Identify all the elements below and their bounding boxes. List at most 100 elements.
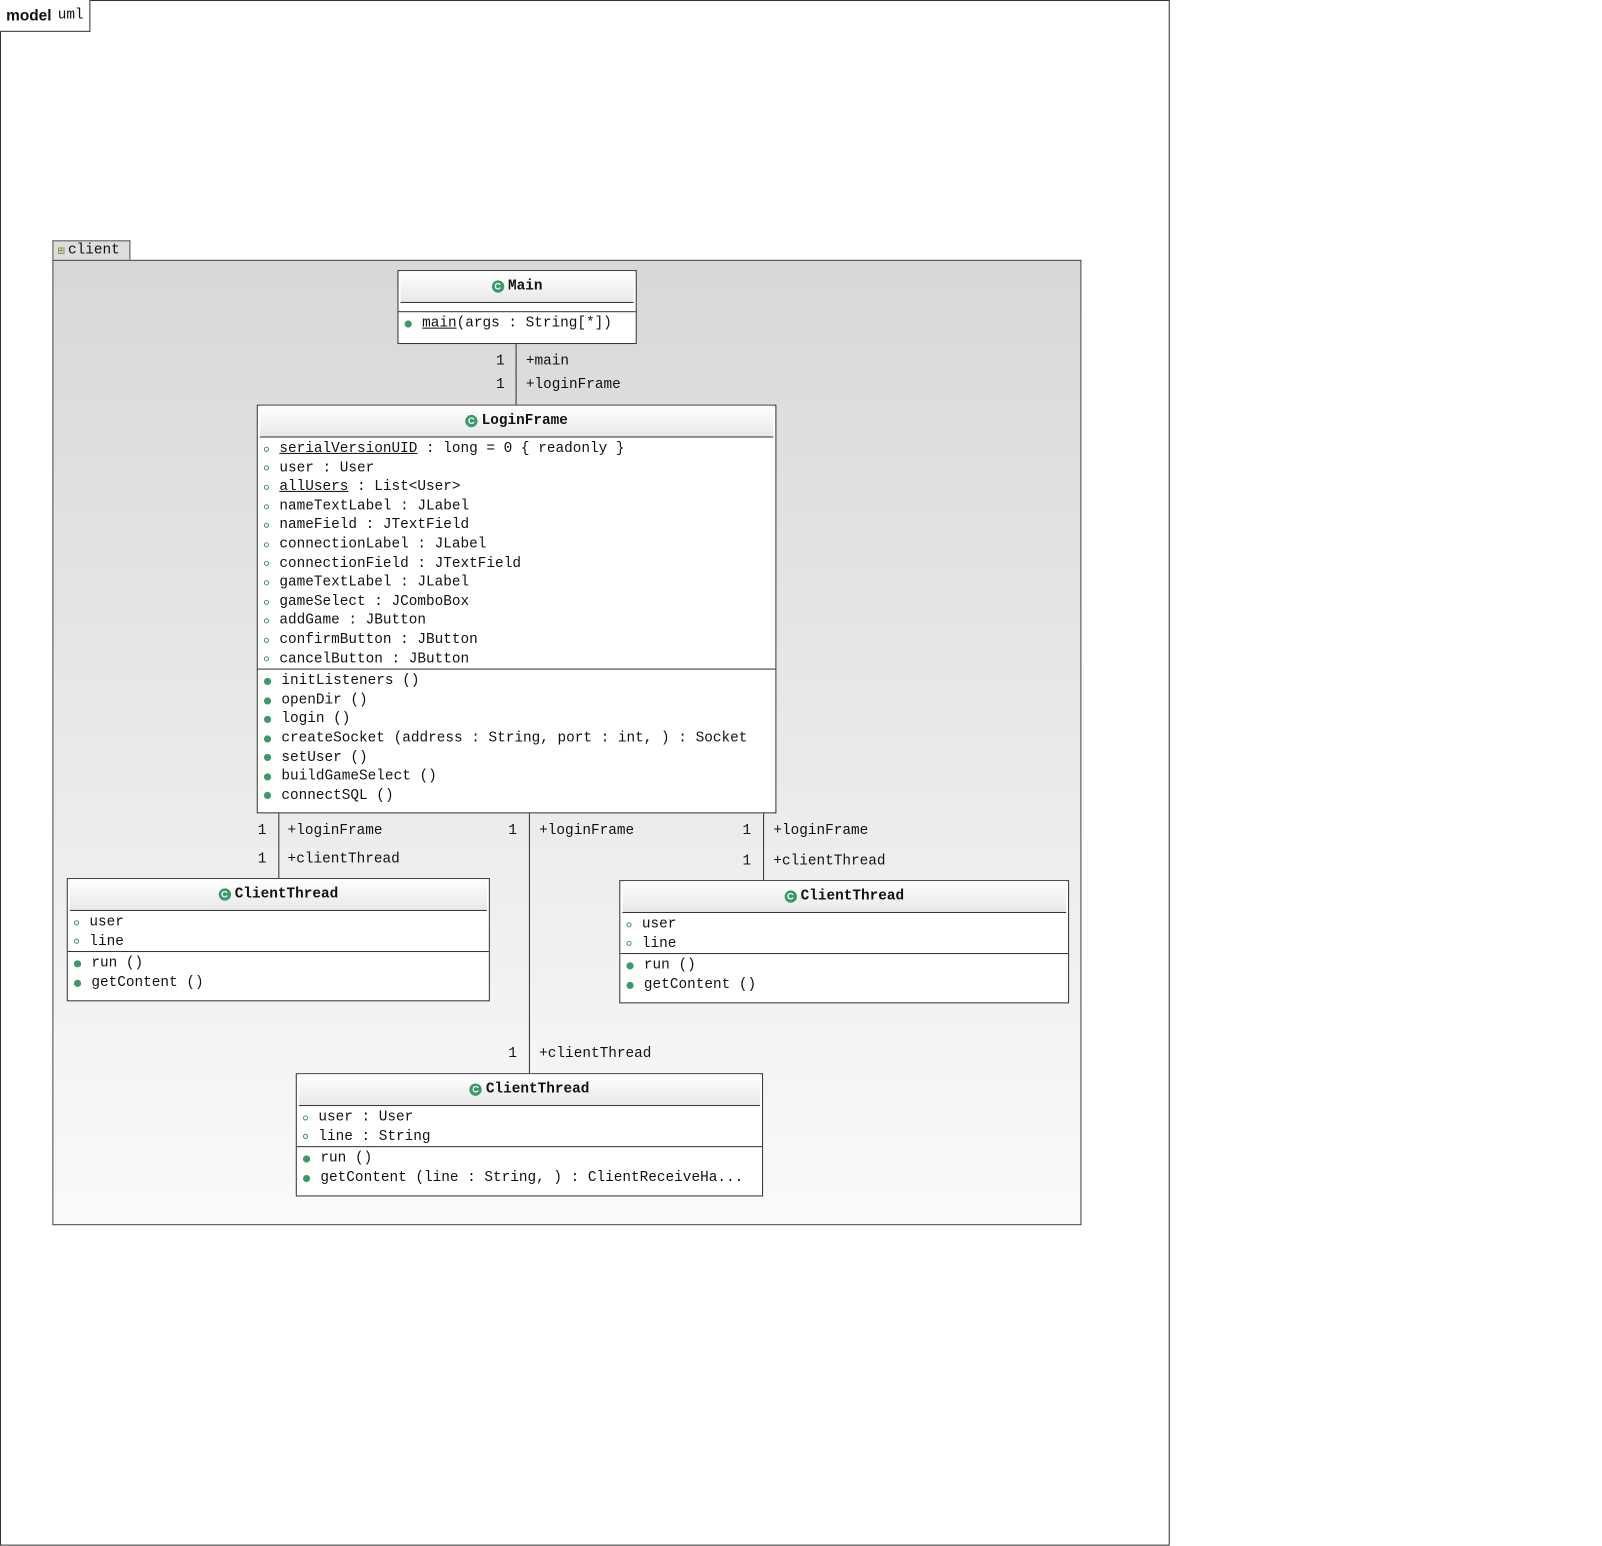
- attr-signature: : User: [313, 459, 375, 477]
- assoc-login-right[interactable]: [763, 812, 765, 881]
- package-icon: ⊞: [57, 243, 65, 259]
- op-signature: (address : String, port : int, ) : Socke…: [384, 730, 748, 747]
- op-signature: (): [669, 957, 696, 974]
- attribute-row[interactable]: serialVersionUID : long = 0 { readonly }: [263, 440, 775, 459]
- operation-row[interactable]: initListeners (): [263, 672, 775, 691]
- attribute-row[interactable]: nameField : JTextField: [263, 516, 775, 535]
- op-name: openDir: [281, 691, 342, 709]
- attr-name: user: [318, 1109, 353, 1126]
- class-name: ClientThread: [485, 1081, 590, 1098]
- package-tab[interactable]: ⊞ client: [52, 240, 131, 260]
- attribute-visibility-icon: [263, 446, 270, 452]
- assoc-login-left[interactable]: [278, 812, 280, 879]
- attribute-row[interactable]: user : User: [263, 459, 775, 478]
- attribute-row[interactable]: cancelButton : JButton: [263, 650, 775, 669]
- operation-visibility-icon: [404, 320, 412, 328]
- attr-signature: : JButton: [382, 650, 470, 668]
- assoc-main-login[interactable]: [515, 343, 517, 405]
- attr-name: line: [89, 933, 124, 950]
- attribute-row[interactable]: user: [73, 913, 489, 932]
- attribute-row[interactable]: user : User: [302, 1108, 762, 1127]
- operation-row[interactable]: run (): [626, 956, 1068, 975]
- operation-row[interactable]: connectSQL (): [263, 786, 775, 805]
- frame-name: uml: [57, 7, 84, 24]
- attribute-row[interactable]: nameTextLabel : JLabel: [263, 497, 775, 516]
- operation-visibility-icon: [626, 981, 634, 989]
- op-name: getContent: [643, 976, 731, 993]
- operation-row[interactable]: getContent (line : String, ) : ClientRec…: [302, 1169, 762, 1188]
- op-name: login: [281, 711, 325, 728]
- operation-row[interactable]: run (): [73, 954, 489, 973]
- operation-row[interactable]: login (): [263, 710, 775, 729]
- class-icon: C: [491, 280, 504, 293]
- operation-row[interactable]: buildGameSelect (): [263, 767, 775, 786]
- operations-section: run () getContent (): [620, 954, 1068, 994]
- class-name: ClientThread: [800, 888, 905, 905]
- operation-row[interactable]: openDir (): [263, 691, 775, 710]
- op-signature: (): [324, 711, 351, 728]
- operation-visibility-icon: [263, 754, 272, 762]
- op-signature: (): [177, 974, 204, 991]
- attr-signature: : JLabel: [408, 536, 487, 553]
- role-label: +clientThread: [773, 853, 886, 870]
- attribute-visibility-icon: [263, 580, 270, 586]
- assoc-login-bottom[interactable]: [528, 812, 530, 1074]
- class-name: LoginFrame: [481, 412, 568, 430]
- class-header: C Main: [400, 271, 634, 303]
- operation-visibility-icon: [263, 696, 272, 705]
- operations-section: run () getContent (line : String, ) : Cli…: [297, 1147, 762, 1187]
- attribute-row[interactable]: gameTextLabel : JLabel: [263, 573, 775, 592]
- class-clientthread-bottom[interactable]: C ClientThread user : User line : String run…: [295, 1073, 764, 1197]
- attribute-row[interactable]: allUsers : List<User>: [263, 478, 775, 497]
- op-name: buildGameSelect: [281, 768, 411, 785]
- class-header: C ClientThread: [69, 879, 487, 911]
- attribute-visibility-icon: [626, 941, 632, 947]
- attribute-visibility-icon: [263, 561, 270, 567]
- class-clientthread-right[interactable]: C ClientThread user line run () getContent (): [619, 880, 1070, 1004]
- attribute-visibility-icon: [302, 1134, 309, 1140]
- class-main[interactable]: C Main main (args : String[*]): [397, 270, 637, 345]
- op-signature: (args : String[*]): [456, 315, 612, 332]
- class-header: C ClientThread: [298, 1074, 760, 1107]
- op-signature: (): [410, 768, 437, 785]
- op-name: getContent: [320, 1169, 407, 1186]
- attributes-section: user line: [620, 913, 1069, 955]
- attribute-row[interactable]: addGame : JButton: [263, 611, 775, 630]
- op-name: initListeners: [281, 672, 394, 690]
- multiplicity: 1: [742, 822, 752, 840]
- operation-row[interactable]: main (args : String[*]): [404, 314, 636, 333]
- attribute-row[interactable]: gameSelect : JComboBox: [263, 592, 775, 611]
- op-signature: (): [341, 691, 368, 709]
- operation-row[interactable]: createSocket (address : String, port : i…: [263, 729, 775, 748]
- attribute-row[interactable]: line: [626, 934, 1068, 953]
- attr-name: line: [641, 935, 677, 952]
- attribute-row[interactable]: line : String: [302, 1127, 762, 1146]
- attribute-row[interactable]: user: [626, 915, 1068, 934]
- operation-row[interactable]: getContent (): [626, 975, 1068, 994]
- multiplicity: 1: [257, 822, 267, 840]
- operation-row[interactable]: getContent (): [73, 973, 489, 992]
- attr-signature: : User: [352, 1109, 414, 1126]
- attribute-visibility-icon: [73, 919, 80, 926]
- frame-keyword: model: [6, 6, 52, 25]
- role-label: +clientThread: [539, 1045, 652, 1062]
- attribute-row[interactable]: confirmButton : JButton: [263, 631, 775, 650]
- multiplicity: 1: [508, 822, 517, 840]
- op-name: setUser: [281, 749, 342, 766]
- role-label: +loginFrame: [773, 822, 869, 840]
- frame-label: model uml: [0, 0, 91, 32]
- multiplicity: 1: [257, 851, 267, 868]
- op-name: connectSQL: [281, 787, 368, 804]
- package-name: client: [68, 242, 120, 259]
- class-clientthread-left[interactable]: C ClientThread user line run () getContent (): [66, 878, 490, 1002]
- attribute-row[interactable]: connectionField : JTextField: [263, 554, 775, 573]
- attribute-row[interactable]: line: [73, 932, 489, 951]
- class-loginframe[interactable]: C LoginFrame serialVersionUID : long = 0 {…: [256, 404, 777, 814]
- operation-row[interactable]: run (): [302, 1149, 762, 1168]
- multiplicity: 1: [496, 376, 505, 394]
- attribute-row[interactable]: connectionLabel : JLabel: [263, 535, 775, 554]
- class-header: C ClientThread: [622, 881, 1067, 914]
- operation-row[interactable]: setUser (): [263, 748, 775, 767]
- op-name: main: [422, 315, 457, 332]
- attr-signature: : JTextField: [408, 555, 521, 572]
